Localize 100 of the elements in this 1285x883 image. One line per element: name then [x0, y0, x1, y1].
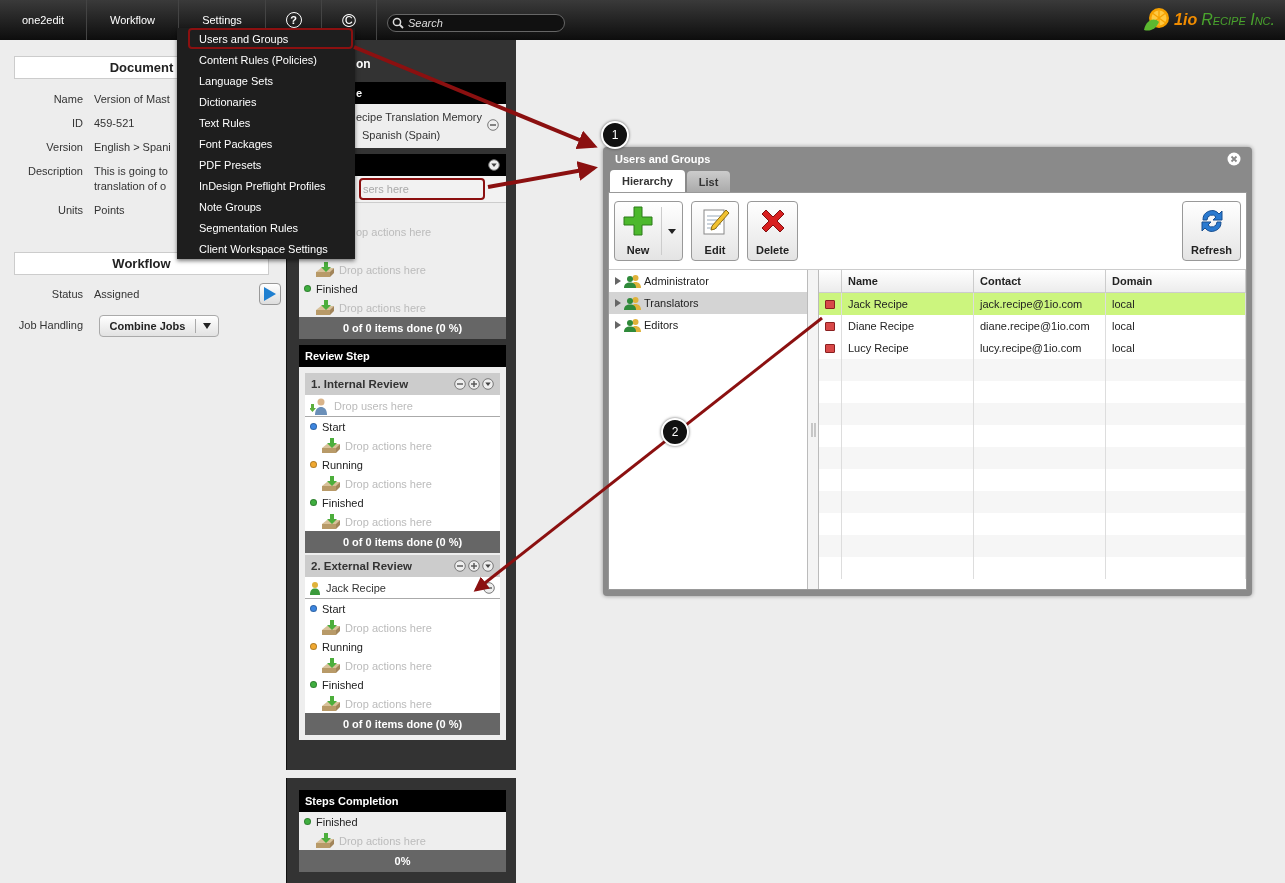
field-label: Status [50, 287, 83, 302]
caret-icon [203, 323, 211, 329]
field-value: Assigned [94, 287, 140, 302]
menu-item[interactable]: Note Groups [177, 196, 355, 217]
step-title: 2. External Review [311, 560, 413, 572]
fruit-logo-icon [1142, 6, 1171, 34]
panel-header: e [356, 87, 363, 99]
search-field[interactable]: Search [387, 13, 565, 32]
search-icon [392, 16, 404, 29]
stage-label: Start [322, 602, 346, 615]
expand-arrow-icon[interactable] [614, 321, 622, 329]
users-icon [624, 296, 642, 310]
user-status-icon [825, 299, 835, 309]
dropdown-circle-icon[interactable] [482, 560, 494, 572]
users-icon [624, 318, 642, 332]
stage-label: Finished [322, 678, 364, 691]
memory-language: Spanish (Spain) [361, 128, 442, 143]
assigned-user: Jack Recipe [326, 581, 386, 594]
drop-zone-hint: Drop users here [334, 399, 413, 412]
field-value: 459-521 [94, 116, 135, 131]
field-value: This is going to translation of o [94, 164, 168, 194]
notepad-pencil-icon [700, 206, 730, 236]
person-icon [310, 580, 320, 595]
memory-name: ecipe Translation Memory [356, 110, 482, 125]
table-cell: Diane Recipe [842, 315, 974, 337]
stage-label: Running [322, 458, 363, 471]
plus-icon [623, 206, 653, 236]
stage-label: Running [322, 640, 363, 653]
column-header[interactable]: Contact [974, 270, 1106, 292]
dropdown-circle-icon[interactable] [488, 159, 500, 171]
job-handling-dropdown[interactable]: Combine Jobs [99, 315, 219, 337]
field-value: English > Spani [94, 140, 171, 155]
drop-zone-hint: Drop actions here [345, 697, 432, 710]
dialog-title: Users and Groups [615, 153, 711, 165]
menu-item[interactable]: Users and Groups [188, 28, 353, 49]
delete-button[interactable]: Delete [747, 201, 799, 261]
minus-circle-icon[interactable] [483, 581, 495, 594]
progress-footer: 0% [299, 850, 506, 872]
table-cell: jack.recipe@1io.com [974, 293, 1106, 315]
field-label: Name [52, 92, 83, 107]
table-row[interactable]: Diane Recipe diane.recipe@1io.com local [819, 315, 1246, 337]
tree-item[interactable]: Translators [609, 292, 807, 314]
close-icon[interactable] [1227, 152, 1241, 166]
tree-item[interactable]: Administrator [609, 270, 807, 292]
tab[interactable]: List [686, 171, 731, 192]
field-label: Description [26, 164, 83, 179]
step-title: 1. Internal Review [311, 378, 410, 390]
panel-header: Steps Completion [299, 790, 506, 812]
play-icon [263, 286, 277, 302]
field-label: Units [56, 203, 83, 218]
menu-item[interactable]: Font Packages [177, 133, 355, 154]
field-value: Version of Mast [94, 92, 170, 107]
callout-badge: 1 [601, 121, 629, 149]
progress-footer: 0 of 0 items done (0 %) [305, 531, 500, 553]
field-label: ID [71, 116, 83, 131]
field-label: Version [45, 140, 83, 155]
progress-footer: 0 of 0 items done (0 %) [299, 317, 506, 339]
stage-label: Finished [316, 282, 358, 295]
column-header[interactable]: Name [842, 270, 974, 292]
plus-circle-icon[interactable] [468, 560, 480, 572]
user-status-icon [825, 321, 835, 331]
drop-zone-hint: Drop actions here [345, 659, 432, 672]
expand-arrow-icon[interactable] [614, 299, 622, 307]
menu-item[interactable]: Text Rules [177, 112, 355, 133]
stage-label: Start [322, 420, 346, 433]
field-label: Job Handling [17, 318, 83, 333]
panel-header: Review Step [299, 345, 506, 367]
plus-circle-icon[interactable] [468, 378, 480, 390]
stage-label: Finished [322, 496, 364, 509]
progress-footer: 0 of 0 items done (0 %) [305, 713, 500, 735]
splitter-grip-icon[interactable] [810, 422, 816, 437]
table-row[interactable]: Jack Recipe jack.recipe@1io.com local [819, 293, 1246, 315]
user-drop-icon [310, 396, 328, 415]
play-button[interactable] [259, 283, 281, 305]
drop-zone-hint: Drop actions here [345, 621, 432, 634]
caret-icon [668, 228, 676, 234]
user-status-icon [825, 343, 835, 353]
menu-item[interactable]: InDesign Preflight Profiles [177, 175, 355, 196]
column-header[interactable]: Domain [1106, 270, 1246, 292]
tab[interactable]: Hierarchy [610, 170, 685, 192]
menu-item[interactable]: Segmentation Rules [177, 217, 355, 238]
menu-item[interactable]: Dictionaries [177, 91, 355, 112]
table-cell: diane.recipe@1io.com [974, 315, 1106, 337]
drop-zone-hint: Drop actions here [345, 439, 432, 452]
menu-item[interactable]: PDF Presets [177, 154, 355, 175]
drop-users-field[interactable]: sers here [359, 178, 485, 200]
drop-zone-hint: Drop actions here [345, 515, 432, 528]
column-title: on [356, 57, 371, 71]
users-icon [624, 274, 642, 288]
table-cell: Jack Recipe [842, 293, 974, 315]
table-cell: local [1106, 315, 1246, 337]
field-value: Points [94, 203, 125, 218]
nav-menu-item[interactable]: one2edit [0, 0, 87, 40]
refresh-button[interactable]: Refresh [1182, 201, 1241, 261]
tree-item[interactable]: Editors [609, 314, 807, 336]
expand-arrow-icon[interactable] [614, 277, 622, 285]
edit-button[interactable]: Edit [691, 201, 739, 261]
new-button[interactable]: New [614, 201, 683, 261]
dropdown-circle-icon[interactable] [482, 378, 494, 390]
logo-brand: 1io [1174, 11, 1198, 29]
